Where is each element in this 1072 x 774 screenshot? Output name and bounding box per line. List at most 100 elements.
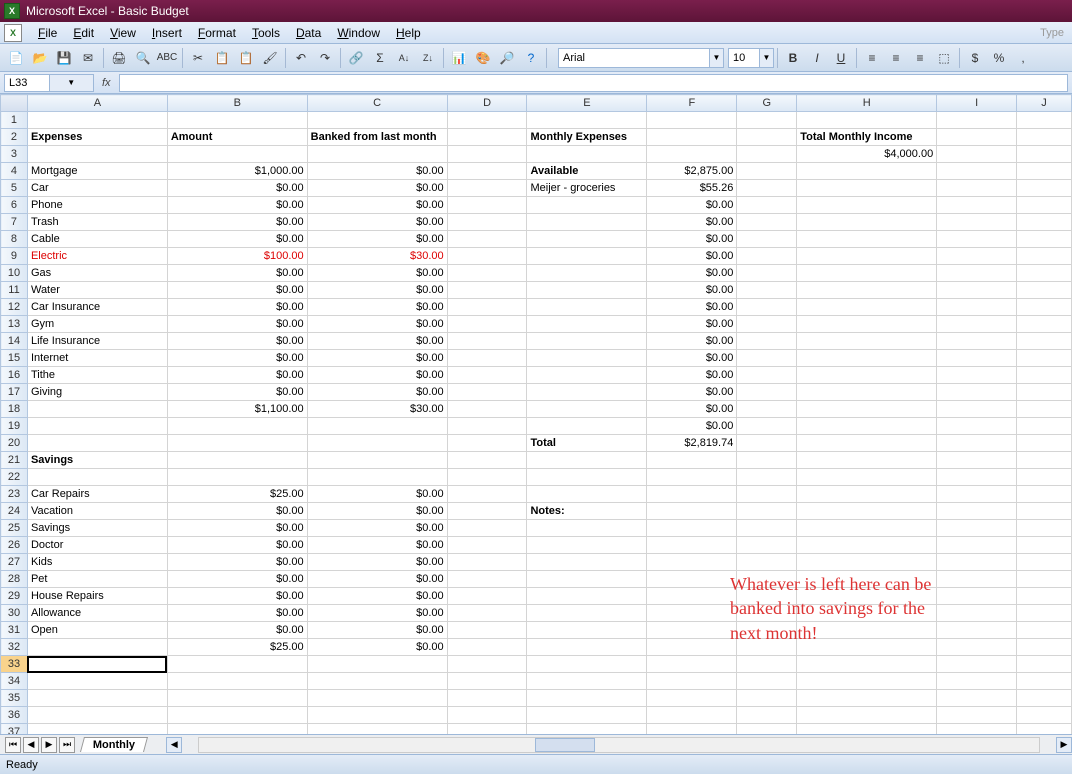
cell-B15[interactable]: $0.00 (167, 350, 307, 367)
cell-I23[interactable] (937, 486, 1017, 503)
cell-E21[interactable] (527, 452, 647, 469)
merge-icon[interactable]: ⬚ (933, 47, 955, 69)
cell-G27[interactable] (737, 554, 797, 571)
cell-H27[interactable] (797, 554, 937, 571)
cell-F21[interactable] (647, 452, 737, 469)
cell-D9[interactable] (447, 248, 527, 265)
row-header-17[interactable]: 17 (1, 384, 28, 401)
font-size-dropdown[interactable]: ▼ (728, 48, 774, 68)
cell-A23[interactable]: Car Repairs (27, 486, 167, 503)
cell-J14[interactable] (1017, 333, 1072, 350)
print-icon[interactable]: 🖨 (108, 47, 130, 69)
cell-J35[interactable] (1017, 690, 1072, 707)
cell-G20[interactable] (737, 435, 797, 452)
align-left-icon[interactable]: ≡ (861, 47, 883, 69)
cell-E5[interactable]: Meijer - groceries (527, 180, 647, 197)
cell-B34[interactable] (167, 673, 307, 690)
redo-icon[interactable]: ↷ (314, 47, 336, 69)
cell-G2[interactable] (737, 129, 797, 146)
cell-J5[interactable] (1017, 180, 1072, 197)
sort-desc-icon[interactable]: Z↓ (417, 47, 439, 69)
cell-B30[interactable]: $0.00 (167, 605, 307, 622)
col-header-F[interactable]: F (647, 95, 737, 112)
cell-G13[interactable] (737, 316, 797, 333)
row-header-7[interactable]: 7 (1, 214, 28, 231)
cell-H8[interactable] (797, 231, 937, 248)
chevron-down-icon[interactable]: ▼ (49, 75, 94, 91)
preview-icon[interactable]: 🔍 (132, 47, 154, 69)
cell-J22[interactable] (1017, 469, 1072, 486)
italic-icon[interactable]: I (806, 47, 828, 69)
cell-B35[interactable] (167, 690, 307, 707)
cell-D17[interactable] (447, 384, 527, 401)
cell-E18[interactable] (527, 401, 647, 418)
cell-D31[interactable] (447, 622, 527, 639)
cell-A11[interactable]: Water (27, 282, 167, 299)
sort-asc-icon[interactable]: A↓ (393, 47, 415, 69)
mail-icon[interactable]: ✉ (77, 47, 99, 69)
cell-D8[interactable] (447, 231, 527, 248)
cell-J36[interactable] (1017, 707, 1072, 724)
row-header-5[interactable]: 5 (1, 180, 28, 197)
cell-F6[interactable]: $0.00 (647, 197, 737, 214)
col-header-A[interactable]: A (27, 95, 167, 112)
cell-G23[interactable] (737, 486, 797, 503)
cell-I22[interactable] (937, 469, 1017, 486)
row-header-6[interactable]: 6 (1, 197, 28, 214)
cell-G6[interactable] (737, 197, 797, 214)
cell-J33[interactable] (1017, 656, 1072, 673)
cell-H19[interactable] (797, 418, 937, 435)
cell-D36[interactable] (447, 707, 527, 724)
cell-H17[interactable] (797, 384, 937, 401)
cell-C4[interactable]: $0.00 (307, 163, 447, 180)
cell-B20[interactable] (167, 435, 307, 452)
cell-H16[interactable] (797, 367, 937, 384)
cell-G3[interactable] (737, 146, 797, 163)
cell-C29[interactable]: $0.00 (307, 588, 447, 605)
cell-F27[interactable] (647, 554, 737, 571)
format-painter-icon[interactable]: 🖌 (259, 47, 281, 69)
cell-J20[interactable] (1017, 435, 1072, 452)
cell-C14[interactable]: $0.00 (307, 333, 447, 350)
cell-G35[interactable] (737, 690, 797, 707)
cell-J34[interactable] (1017, 673, 1072, 690)
col-header-G[interactable]: G (737, 95, 797, 112)
cell-I5[interactable] (937, 180, 1017, 197)
col-header-D[interactable]: D (447, 95, 527, 112)
cell-J7[interactable] (1017, 214, 1072, 231)
cell-I25[interactable] (937, 520, 1017, 537)
cell-D25[interactable] (447, 520, 527, 537)
cell-A26[interactable]: Doctor (27, 537, 167, 554)
cell-E36[interactable] (527, 707, 647, 724)
cell-G19[interactable] (737, 418, 797, 435)
cell-D22[interactable] (447, 469, 527, 486)
save-icon[interactable]: 💾 (53, 47, 75, 69)
menu-view[interactable]: View (102, 23, 144, 43)
underline-icon[interactable]: U (830, 47, 852, 69)
cell-C30[interactable]: $0.00 (307, 605, 447, 622)
col-header-B[interactable]: B (167, 95, 307, 112)
menu-insert[interactable]: Insert (144, 23, 190, 43)
cell-H2[interactable]: Total Monthly Income (797, 129, 937, 146)
cell-F20[interactable]: $2,819.74 (647, 435, 737, 452)
cell-G17[interactable] (737, 384, 797, 401)
cell-B2[interactable]: Amount (167, 129, 307, 146)
cell-D2[interactable] (447, 129, 527, 146)
cell-A7[interactable]: Trash (27, 214, 167, 231)
cell-C21[interactable] (307, 452, 447, 469)
row-header-22[interactable]: 22 (1, 469, 28, 486)
cell-G5[interactable] (737, 180, 797, 197)
cell-A10[interactable]: Gas (27, 265, 167, 282)
row-header-13[interactable]: 13 (1, 316, 28, 333)
comma-icon[interactable]: , (1012, 47, 1034, 69)
cell-D28[interactable] (447, 571, 527, 588)
cell-C7[interactable]: $0.00 (307, 214, 447, 231)
cell-C9[interactable]: $30.00 (307, 248, 447, 265)
new-icon[interactable]: 📄 (5, 47, 27, 69)
name-box[interactable]: L33 ▼ (4, 74, 94, 92)
cell-B12[interactable]: $0.00 (167, 299, 307, 316)
cell-F4[interactable]: $2,875.00 (647, 163, 737, 180)
bold-icon[interactable]: B (782, 47, 804, 69)
cell-D3[interactable] (447, 146, 527, 163)
percent-icon[interactable]: % (988, 47, 1010, 69)
